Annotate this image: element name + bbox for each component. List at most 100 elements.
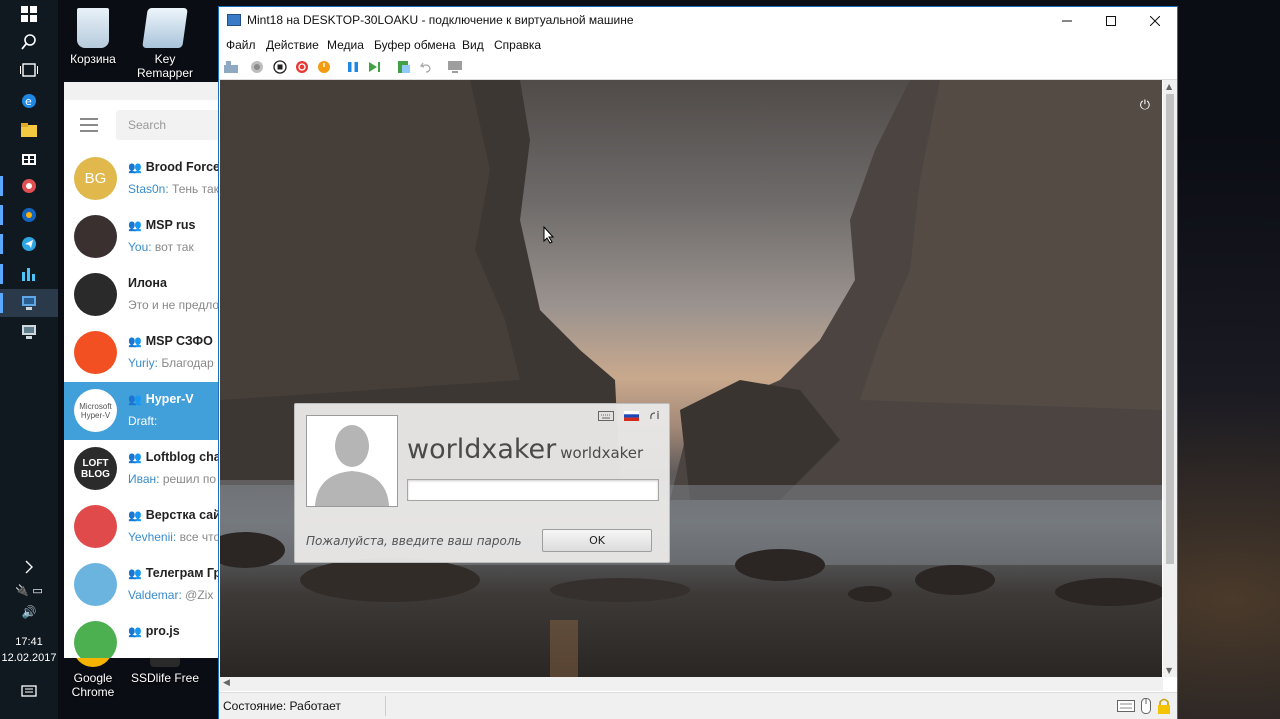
- scrollbar-thumb[interactable]: [1166, 94, 1174, 564]
- telegram-icon: [22, 237, 36, 251]
- chat-list-item[interactable]: 👥 MSP rus You: вот так: [64, 208, 220, 266]
- login-dialog: worldxaker worldxaker Пожалуйста, введите…: [294, 403, 670, 563]
- reset-button[interactable]: [367, 59, 383, 75]
- minimize-button[interactable]: [1045, 7, 1089, 35]
- status-divider: [385, 696, 386, 716]
- search-button[interactable]: [0, 28, 58, 56]
- taskbar-telegram[interactable]: [0, 230, 58, 258]
- close-button[interactable]: [1133, 7, 1177, 35]
- taskbar-app-1[interactable]: [0, 172, 58, 200]
- windows-icon: [21, 6, 37, 22]
- chat-title: 👥 MSP СЗФО: [128, 334, 213, 348]
- taskbar-store[interactable]: [0, 144, 58, 172]
- close-icon: [1150, 16, 1160, 26]
- taskbar: e 🔌 ▭ 🔊 17:41 12.02.2017: [0, 0, 58, 719]
- menu-view[interactable]: Вид: [462, 38, 484, 52]
- clock[interactable]: 17:41 12.02.2017: [0, 634, 58, 666]
- pause-button[interactable]: [345, 59, 361, 75]
- password-input[interactable]: [407, 479, 659, 501]
- desktop-icon-recycle-bin[interactable]: Корзина: [58, 8, 128, 66]
- chart-icon: [22, 268, 35, 281]
- turn-off-button[interactable]: [272, 59, 288, 75]
- ctrl-alt-del-button[interactable]: [223, 59, 239, 75]
- chat-title-text: Телеграм Гр: [145, 566, 220, 580]
- vm-display[interactable]: ⏻ worldxaker worldxaker Пожалуйста, введи…: [220, 80, 1162, 677]
- ok-button[interactable]: OK: [542, 529, 652, 552]
- chat-sender: Stas0n:: [128, 182, 169, 196]
- chat-list-item[interactable]: 👥 Телеграм Гр Valdemar: @Zix: [64, 556, 220, 614]
- taskbar-hyperv-manager[interactable]: [0, 318, 58, 346]
- hamburger-menu-icon[interactable]: [80, 118, 98, 136]
- chat-title-text: Илона: [128, 276, 167, 290]
- desktop-icon-label: Key Remapper: [136, 52, 194, 80]
- chat-sender: Yuriy:: [128, 356, 159, 370]
- keyboard-icon[interactable]: [598, 411, 614, 421]
- edge-icon: e: [22, 94, 36, 108]
- taskbar-explorer[interactable]: [0, 116, 58, 144]
- mouse-cursor: [543, 225, 555, 248]
- user-silhouette-icon: [307, 416, 397, 506]
- chat-list-item[interactable]: LOFT BLOG 👥 Loftblog cha Иван: решил по: [64, 440, 220, 498]
- action-center-button[interactable]: [0, 678, 58, 706]
- russian-flag-icon[interactable]: [624, 411, 639, 421]
- task-view-button[interactable]: [0, 56, 58, 84]
- menu-file[interactable]: Файл: [226, 38, 256, 52]
- maximize-button[interactable]: [1089, 7, 1133, 35]
- vertical-scrollbar[interactable]: ▲ ▼: [1163, 80, 1177, 677]
- start-icon: [251, 61, 263, 73]
- chat-title: 👥 pro.js: [128, 624, 180, 638]
- user-login-name: worldxaker: [560, 444, 644, 462]
- chat-last-message: Yuriy: Благодар: [128, 356, 214, 370]
- revert-button[interactable]: [418, 59, 434, 75]
- chat-title-text: Верстка сай: [145, 508, 220, 522]
- horizontal-scrollbar[interactable]: ◀: [220, 677, 1163, 691]
- app-icon: [22, 179, 36, 193]
- chat-list-item[interactable]: 👥 pro.js: [64, 614, 220, 658]
- start-vm-button[interactable]: [249, 59, 265, 75]
- chat-last-message: Valdemar: @Zix: [128, 588, 213, 602]
- chat-sender: You:: [128, 240, 152, 254]
- taskbar-app-3[interactable]: [0, 260, 58, 288]
- stop-icon: [273, 60, 287, 74]
- shut-down-button[interactable]: [294, 59, 310, 75]
- checkpoint-button[interactable]: [396, 59, 412, 75]
- chat-list-item[interactable]: BG 👥 Brood Force Stas0n: Тень так: [64, 150, 220, 208]
- chat-message-text: @Zix: [181, 588, 214, 602]
- chat-avatar: [74, 273, 117, 316]
- scroll-up-icon[interactable]: ▲: [1166, 82, 1172, 91]
- taskbar-edge[interactable]: e: [0, 87, 58, 115]
- chat-list-item[interactable]: 👥 MSP СЗФО Yuriy: Благодар: [64, 324, 220, 382]
- user-display-name: worldxaker: [407, 434, 557, 465]
- taskbar-app-2[interactable]: [0, 201, 58, 229]
- chat-list-item[interactable]: Microsoft Hyper-V 👥 Hyper-V Draft:: [64, 382, 220, 440]
- menu-media[interactable]: Медиа: [327, 38, 364, 52]
- checkpoint-icon: [398, 61, 410, 73]
- save-state-button[interactable]: [316, 59, 332, 75]
- power-icon[interactable]: ⏻: [1140, 98, 1150, 113]
- group-icon: 👥: [128, 452, 142, 464]
- taskbar-hyperv-connect[interactable]: [0, 289, 58, 317]
- desktop-icon-key-remapper[interactable]: Key Remapper: [130, 8, 200, 80]
- scroll-down-icon[interactable]: ▼: [1166, 666, 1172, 675]
- search-input[interactable]: Search: [116, 110, 220, 140]
- menu-help[interactable]: Справка: [494, 38, 541, 52]
- chat-avatar: [74, 505, 117, 548]
- enhanced-session-button[interactable]: [447, 59, 463, 75]
- volume-button[interactable]: 🔊: [0, 598, 58, 626]
- scroll-left-icon[interactable]: ◀: [223, 678, 230, 688]
- accessibility-icon[interactable]: [649, 411, 661, 421]
- chat-title: 👥 Телеграм Гр: [128, 566, 220, 580]
- desktop-icon-label: Google Chrome: [71, 671, 115, 699]
- lock-icon: [1158, 698, 1170, 714]
- shutdown-icon: [296, 61, 308, 73]
- start-button[interactable]: [0, 0, 58, 28]
- menu-action[interactable]: Действие: [266, 38, 319, 52]
- title-bar[interactable]: Mint18 на DESKTOP-30LOAKU - подключение …: [219, 7, 1177, 35]
- chat-list-item[interactable]: 👥 Верстка сай Yevhenii: все что: [64, 498, 220, 556]
- menu-clipboard[interactable]: Буфер обмена: [374, 38, 456, 52]
- chat-last-message: Это и не предло: [128, 298, 219, 312]
- chat-title: Илона: [128, 276, 167, 290]
- chat-last-message: Draft:: [128, 414, 157, 428]
- chat-list-item[interactable]: Илона Это и не предло: [64, 266, 220, 324]
- user-name: worldxaker worldxaker: [407, 434, 643, 465]
